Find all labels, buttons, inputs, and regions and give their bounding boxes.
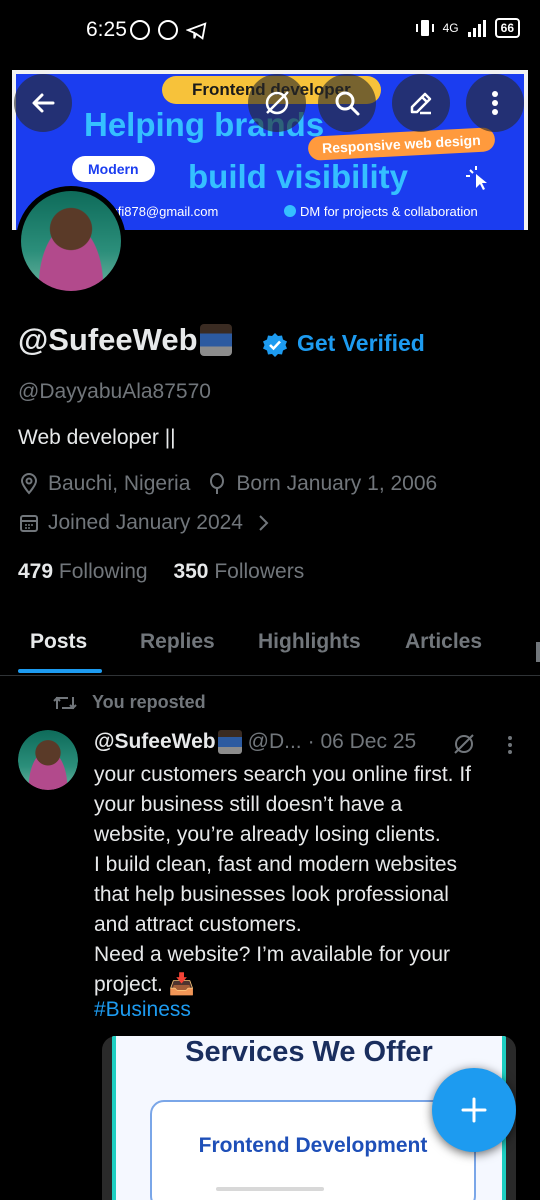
tab-articles[interactable]: Articles xyxy=(405,630,482,654)
post-author-name[interactable]: @SufeeWeb xyxy=(94,730,216,754)
display-name-text: @SufeeWeb xyxy=(18,322,198,357)
banner-pill-modern: Modern xyxy=(72,156,155,182)
grok-icon[interactable] xyxy=(452,732,476,756)
banner-dm: DM for projects & collaboration xyxy=(284,204,478,219)
post-text-line: that help businesses look professional xyxy=(94,883,449,906)
repost-indicator: You reposted xyxy=(52,692,206,713)
cursor-click-icon xyxy=(466,166,487,190)
post-text-line: your customers search you online first. … xyxy=(94,763,471,786)
profile-joined: Joined January 2024 xyxy=(48,511,243,534)
display-name: @SufeeWeb xyxy=(18,322,232,358)
status-bar: 6:25 4G 66 xyxy=(0,0,540,62)
more-vertical-icon xyxy=(492,91,498,115)
avatar-image xyxy=(18,730,78,790)
active-tab-indicator xyxy=(18,669,102,673)
profile-tabs: Posts Replies Highlights Articles xyxy=(0,620,540,676)
grok-icon xyxy=(265,91,289,115)
back-button[interactable] xyxy=(14,74,72,132)
followers-label: Followers xyxy=(214,560,305,583)
notification-icons xyxy=(130,20,208,42)
post-hashtag[interactable]: #Business xyxy=(94,998,191,1022)
post-text: your customers search you online first. … xyxy=(94,760,514,1000)
tab-overflow[interactable] xyxy=(536,642,540,662)
followers-stat[interactable]: 350 Followers xyxy=(173,560,304,583)
calendar-icon xyxy=(20,515,38,532)
post-author-avatar[interactable] xyxy=(18,730,78,790)
compose-post-button[interactable] xyxy=(432,1068,516,1152)
plus-icon xyxy=(461,1097,487,1123)
chat-bubble-icon xyxy=(284,205,296,217)
profile-location: Bauchi, Nigeria xyxy=(48,472,191,495)
media-card-label: Frontend Development xyxy=(198,1134,428,1157)
telegram-icon xyxy=(186,22,207,40)
back-icon xyxy=(32,93,55,113)
more-button[interactable] xyxy=(466,74,524,132)
profile-bio: Web developer || xyxy=(18,426,176,449)
profile-birthdate: Born January 1, 2006 xyxy=(236,472,438,495)
followers-count: 350 xyxy=(173,560,209,583)
banner-email: sufi878@gmail.com xyxy=(104,204,219,219)
post-text-line: project. 📥 xyxy=(94,973,195,996)
home-indicator[interactable] xyxy=(216,1187,324,1191)
post-text-line: I build clean, fast and modern websites xyxy=(94,853,458,876)
post-header: @SufeeWeb @D... · 06 Dec 25 xyxy=(94,730,416,754)
media-service-card: Frontend Development xyxy=(150,1100,476,1200)
status-time: 6:25 xyxy=(86,18,127,41)
repost-label: You reposted xyxy=(92,692,206,712)
post-date: · 06 Dec 25 xyxy=(307,730,417,753)
avatar-image xyxy=(21,191,121,291)
profile-meta-row-2[interactable]: Joined January 2024 xyxy=(18,511,279,535)
profile-meta-row-1: Bauchi, Nigeria Born January 1, 2006 xyxy=(18,472,437,496)
following-label: Following xyxy=(58,560,148,583)
balloon-icon xyxy=(210,473,225,494)
technologist-emoji-icon xyxy=(217,730,242,754)
media-title: Services We Offer xyxy=(185,1036,433,1068)
profile-avatar[interactable] xyxy=(16,186,126,296)
edit-icon xyxy=(410,92,432,115)
technologist-emoji-icon xyxy=(199,324,232,356)
following-count: 479 xyxy=(18,560,54,583)
network-label: 4G xyxy=(442,21,459,35)
signal-icon xyxy=(467,20,486,37)
verified-badge-icon[interactable] xyxy=(262,332,288,358)
following-stat[interactable]: 479 Following xyxy=(18,560,148,583)
get-verified-link[interactable]: Get Verified xyxy=(297,330,425,357)
post-more-icon[interactable] xyxy=(506,734,514,756)
tab-replies[interactable]: Replies xyxy=(140,630,215,654)
whatsapp-icon xyxy=(158,20,178,40)
battery-icon: 66 xyxy=(494,18,520,38)
system-icons: 4G 66 xyxy=(415,18,520,38)
post-text-line: your business still doesn’t have a xyxy=(94,793,403,816)
post-text-line: Need a website? I’m available for your xyxy=(94,943,451,966)
post-text-line: and attract customers. xyxy=(94,913,302,936)
edit-button[interactable] xyxy=(392,74,450,132)
post-text-line: website, you’re already losing clients. xyxy=(94,823,441,846)
profile-handle: @DayyabuAla87570 xyxy=(18,380,211,403)
vibrate-icon xyxy=(415,20,434,36)
screen-record-icon xyxy=(130,20,150,40)
search-icon xyxy=(335,91,360,116)
post-author-handle: @D... xyxy=(247,730,302,753)
tab-posts[interactable]: Posts xyxy=(30,630,87,654)
repost-icon xyxy=(53,696,77,709)
tab-highlights[interactable]: Highlights xyxy=(258,630,361,654)
grok-button[interactable] xyxy=(248,74,306,132)
chevron-right-icon xyxy=(259,515,269,531)
banner-dm-text: DM for projects & collaboration xyxy=(300,204,478,219)
banner-headline-2: build visibility xyxy=(188,158,409,195)
search-button[interactable] xyxy=(318,74,376,132)
follow-stats: 479 Following 350 Followers xyxy=(18,560,304,584)
location-pin-icon xyxy=(20,473,38,495)
